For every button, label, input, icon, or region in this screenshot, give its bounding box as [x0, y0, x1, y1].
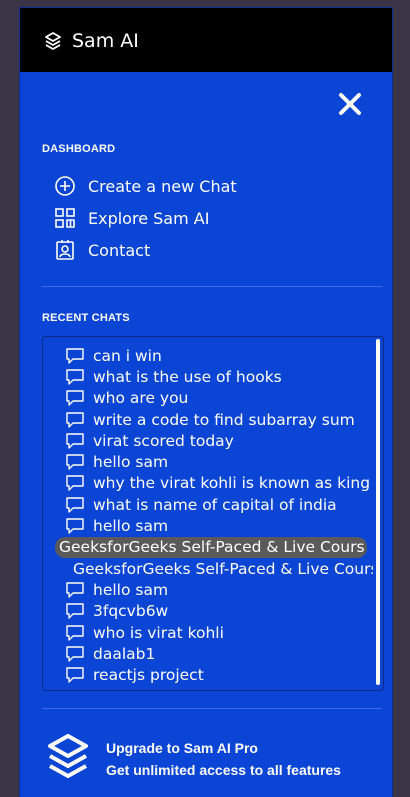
chat-item-label: GeeksforGeeks Self-Paced & Live Cours [73, 559, 373, 578]
chat-bubble-icon [65, 389, 85, 407]
chat-item-label: why the virat kohli is known as king [93, 474, 371, 493]
create-new-chat-label: Create a new Chat [88, 176, 237, 196]
contact-label: Contact [88, 240, 151, 260]
chat-item-label: reactjs project [93, 666, 204, 685]
chat-item[interactable]: who are you [43, 388, 373, 409]
create-new-chat-button[interactable]: Create a new Chat [54, 174, 237, 198]
chat-item[interactable]: hello sam [43, 515, 373, 536]
explore-sam-ai-button[interactable]: Explore Sam AI [54, 206, 209, 230]
chat-bubble-icon [65, 368, 85, 386]
chat-item-label: daalab1 [93, 644, 156, 663]
chat-item-label: hello sam [93, 580, 169, 599]
chat-item-label: hello sam [93, 517, 169, 536]
recent-chats-heading: RECENT CHATS [42, 312, 130, 324]
chat-item-label: who is virat kohli [93, 623, 224, 642]
grid-icon [54, 207, 76, 229]
scrollbar[interactable] [376, 339, 380, 685]
chat-bubble-icon [65, 347, 85, 365]
app-header: Sam AI [20, 8, 392, 72]
chat-item[interactable]: reactjs project [43, 664, 373, 685]
chat-item-label: write a code to find subarray sum [93, 410, 355, 429]
sam-ai-logo-icon [48, 734, 88, 778]
chat-item[interactable]: who is virat kohli [43, 622, 373, 643]
chat-item[interactable]: virat scored today [43, 430, 373, 451]
chat-item[interactable]: why the virat kohli is known as king [43, 473, 373, 494]
chat-bubble-icon [65, 517, 85, 535]
close-icon[interactable] [336, 90, 364, 118]
chat-item-label: hello sam [93, 453, 169, 472]
chat-item[interactable]: hello sam [43, 451, 373, 472]
chat-item-label: what is the use of hooks [93, 367, 282, 386]
upgrade-pro-button[interactable]: Upgrade to Sam AI Pro Get unlimited acce… [46, 734, 376, 784]
chat-bubble-icon [65, 474, 85, 492]
sidebar-panel: Sam AI DASHBOARD Create a new Chat Explo… [20, 8, 392, 797]
explore-sam-ai-label: Explore Sam AI [88, 208, 210, 228]
chat-item[interactable]: 3fqcvb6w [43, 601, 373, 622]
chat-bubble-icon [65, 453, 85, 471]
chat-bubble-icon [65, 581, 85, 599]
chat-bubble-icon [65, 602, 85, 620]
chat-item-label: virat scored today [93, 431, 234, 450]
chat-item-label: GeeksforGeeks Self-Paced & Live Cours [59, 538, 365, 557]
chat-item[interactable]: can i win [43, 345, 373, 366]
app-title: Sam AI [72, 30, 139, 52]
chat-item[interactable]: hello sam [43, 579, 373, 600]
contact-button[interactable]: Contact [54, 238, 150, 262]
chat-item[interactable]: GeeksforGeeks Self-Paced & Live Cours [43, 558, 373, 579]
chat-item-label: 3fqcvb6w [93, 602, 169, 621]
sam-ai-logo-icon [45, 32, 61, 50]
chat-item[interactable]: write a code to find subarray sum [43, 409, 373, 430]
chat-item[interactable]: what is the use of hooks [43, 366, 373, 387]
dashboard-heading: DASHBOARD [42, 143, 116, 155]
chat-item[interactable]: what is name of capital of india [43, 494, 373, 515]
chat-list: can i win what is the use of hooks who are… [43, 345, 373, 686]
chat-item-label: can i win [93, 346, 162, 365]
recent-chats-list[interactable]: can i win what is the use of hooks who are… [42, 336, 384, 691]
chat-item[interactable]: daalab1 [43, 643, 373, 664]
chat-bubble-icon [65, 666, 85, 684]
chat-item-label: what is name of capital of india [93, 495, 337, 514]
upgrade-subtitle: Get unlimited access to all features [106, 762, 341, 778]
contact-card-icon [54, 239, 76, 261]
chat-item[interactable]: GeeksforGeeks Self-Paced & Live Cours [55, 536, 367, 558]
plus-circle-icon [54, 175, 76, 197]
chat-bubble-icon [65, 411, 85, 429]
divider [42, 286, 382, 287]
chat-bubble-icon [65, 432, 85, 450]
chat-bubble-icon [65, 624, 85, 642]
divider [42, 708, 382, 709]
upgrade-title: Upgrade to Sam AI Pro [106, 740, 258, 756]
chat-item-label: who are you [93, 389, 189, 408]
chat-bubble-icon [65, 496, 85, 514]
chat-bubble-icon [65, 645, 85, 663]
